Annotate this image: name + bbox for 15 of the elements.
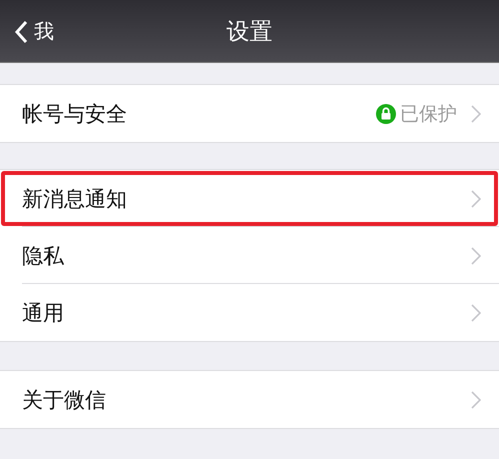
settings-item[interactable]: 帐号与安全 已保护 [0,85,499,142]
chevron-right-icon [471,104,481,122]
chevron-right-icon [471,304,481,322]
back-icon [14,20,28,44]
chevron-right-icon [471,390,481,408]
back-label: 我 [34,18,54,45]
settings-item[interactable]: 通用 [0,284,499,341]
screen-title: 设置 [226,18,272,46]
settings-item[interactable]: 新消息通知 [0,170,499,227]
settings-item[interactable]: 关于微信 [0,371,499,428]
back-button[interactable]: 我 [14,18,54,45]
settings-item[interactable]: 隐私 [0,227,499,284]
chevron-right-icon [471,190,481,208]
lock-icon [376,104,396,124]
chevron-right-icon [471,246,481,264]
